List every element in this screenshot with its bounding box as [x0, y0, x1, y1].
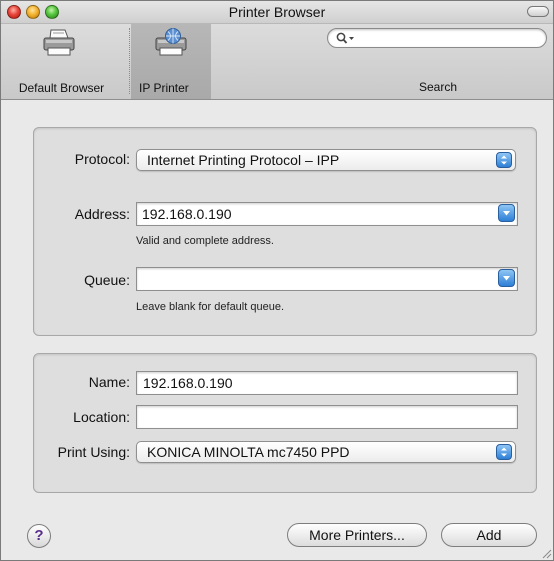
ip-printer-label: IP Printer	[139, 81, 189, 95]
protocol-value: Internet Printing Protocol – IPP	[147, 152, 340, 168]
chevron-down-icon	[503, 211, 510, 216]
printer-details-group: Name: 192.168.0.190 Location: Print Usin…	[33, 353, 537, 493]
toolbar-separator	[129, 28, 130, 94]
help-button[interactable]: ?	[27, 524, 51, 548]
address-combo: 192.168.0.190	[136, 202, 518, 226]
print-using-value: KONICA MINOLTA mc7450 PPD	[147, 444, 350, 460]
more-printers-label: More Printers...	[309, 527, 405, 543]
printer-browser-window: Printer Browser Default Browser IP Print…	[0, 0, 554, 561]
address-hint: Valid and complete address.	[136, 235, 274, 247]
search-label: Search	[418, 80, 458, 94]
connection-settings-group: Protocol: Internet Printing Protocol – I…	[33, 127, 537, 336]
popup-arrows-icon	[496, 152, 512, 168]
window-title: Printer Browser	[228, 4, 326, 20]
more-printers-button[interactable]: More Printers...	[287, 523, 427, 547]
popup-arrows-icon	[496, 444, 512, 460]
ip-printer-button[interactable]: IP Printer	[131, 24, 211, 99]
name-value: 192.168.0.190	[143, 375, 233, 391]
search-area: Search	[327, 28, 549, 98]
protocol-popup[interactable]: Internet Printing Protocol – IPP	[136, 149, 516, 171]
title-bar[interactable]: Printer Browser	[1, 1, 553, 24]
toolbar-toggle-button[interactable]	[527, 6, 549, 17]
default-browser-button[interactable]: Default Browser	[1, 24, 122, 99]
ip-printer-icon	[155, 28, 187, 56]
add-button[interactable]: Add	[441, 523, 537, 547]
print-using-label: Print Using:	[57, 444, 130, 460]
name-input[interactable]: 192.168.0.190	[136, 371, 518, 395]
queue-dropdown-button[interactable]	[498, 269, 515, 287]
help-icon: ?	[34, 527, 44, 544]
location-label: Location:	[73, 409, 130, 425]
queue-hint: Leave blank for default queue.	[136, 301, 285, 313]
address-input[interactable]: 192.168.0.190	[136, 202, 518, 226]
chevron-down-icon	[503, 276, 510, 281]
search-input[interactable]	[327, 28, 547, 48]
default-browser-label: Default Browser	[18, 81, 105, 95]
resize-grip-icon[interactable]	[540, 547, 552, 559]
queue-combo	[136, 267, 518, 291]
queue-input[interactable]	[136, 267, 518, 291]
queue-label: Queue:	[84, 272, 130, 288]
name-label: Name:	[88, 374, 130, 390]
address-value: 192.168.0.190	[142, 206, 232, 222]
add-label: Add	[476, 527, 502, 543]
printer-icon	[43, 29, 75, 56]
location-input[interactable]	[136, 405, 518, 429]
protocol-label: Protocol:	[74, 151, 130, 167]
search-icon	[336, 32, 354, 44]
print-using-popup[interactable]: KONICA MINOLTA mc7450 PPD	[136, 441, 516, 463]
address-dropdown-button[interactable]	[498, 204, 515, 222]
address-label: Address:	[74, 206, 130, 222]
